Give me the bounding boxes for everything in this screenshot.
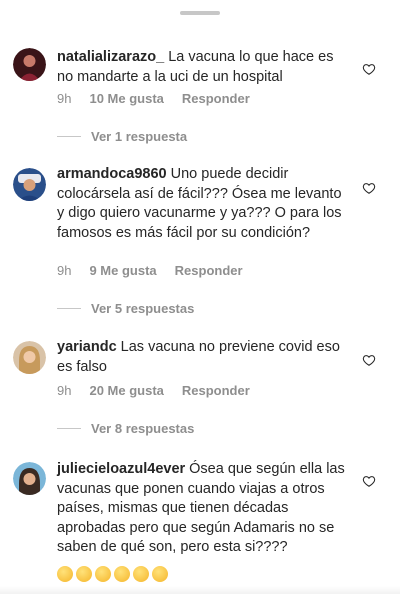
view-replies-button[interactable]: Ver 8 respuestas bbox=[57, 421, 194, 436]
view-replies-button[interactable]: Ver 1 respuesta bbox=[57, 129, 187, 144]
comment-username[interactable]: armandoca9860 bbox=[57, 166, 167, 182]
comment-username[interactable]: yariandc bbox=[57, 339, 117, 355]
reply-button[interactable]: Responder bbox=[182, 91, 250, 106]
comment-username[interactable]: juliecieloazul4ever bbox=[57, 461, 185, 477]
avatar[interactable] bbox=[13, 168, 46, 201]
like-heart-icon[interactable] bbox=[362, 181, 376, 195]
avatar[interactable] bbox=[13, 462, 46, 495]
comment-meta: 9h 10 Me gusta Responder bbox=[57, 91, 268, 106]
comment-body: armandoca9860 Uno puede decidir colocárse… bbox=[57, 165, 347, 243]
replies-divider-line bbox=[57, 308, 81, 309]
comment-time: 9h bbox=[57, 383, 72, 398]
view-replies-label: Ver 1 respuesta bbox=[91, 129, 188, 144]
avatar[interactable] bbox=[13, 48, 46, 81]
view-replies-button[interactable]: Ver 5 respuestas bbox=[57, 301, 194, 316]
comment-body: yariandc Las vacuna no previene covid eso… bbox=[57, 338, 347, 377]
like-heart-icon[interactable] bbox=[362, 474, 376, 488]
smirking-face-icon bbox=[152, 566, 168, 582]
avatar[interactable] bbox=[13, 341, 46, 374]
comments-sheet: natalializarazo_ La vacuna lo que hace es… bbox=[0, 0, 400, 594]
replies-divider-line bbox=[57, 136, 81, 137]
emoji-row bbox=[57, 566, 171, 586]
sheet-grabber-handle[interactable] bbox=[180, 11, 220, 15]
like-heart-icon[interactable] bbox=[362, 353, 376, 367]
grimacing-face-icon bbox=[114, 566, 130, 582]
comment-likes[interactable]: 9 Me gusta bbox=[89, 263, 156, 278]
replies-divider-line bbox=[57, 428, 81, 429]
view-replies-label: Ver 8 respuestas bbox=[91, 421, 195, 436]
comment-body: juliecieloazul4ever Ósea que según ella l… bbox=[57, 460, 347, 558]
face-with-monocle-icon bbox=[133, 566, 149, 582]
like-heart-icon[interactable] bbox=[362, 62, 376, 76]
face-with-rolling-eyes-icon bbox=[95, 566, 111, 582]
comment-meta: 9h 20 Me gusta Responder bbox=[57, 383, 268, 398]
comment-time: 9h bbox=[57, 263, 72, 278]
comment-username[interactable]: natalializarazo_ bbox=[57, 49, 164, 65]
comment-likes[interactable]: 20 Me gusta bbox=[89, 383, 163, 398]
view-replies-label: Ver 5 respuestas bbox=[91, 301, 195, 316]
face-with-raised-eyebrow-icon bbox=[76, 566, 92, 582]
comment-likes[interactable]: 10 Me gusta bbox=[89, 91, 163, 106]
comment-meta: 9h 9 Me gusta Responder bbox=[57, 263, 261, 278]
reply-button[interactable]: Responder bbox=[182, 383, 250, 398]
hushed-face-icon bbox=[57, 566, 73, 582]
bottom-edge bbox=[0, 586, 400, 594]
comment-time: 9h bbox=[57, 91, 72, 106]
comment-body: natalializarazo_ La vacuna lo que hace es… bbox=[57, 48, 347, 87]
reply-button[interactable]: Responder bbox=[175, 263, 243, 278]
